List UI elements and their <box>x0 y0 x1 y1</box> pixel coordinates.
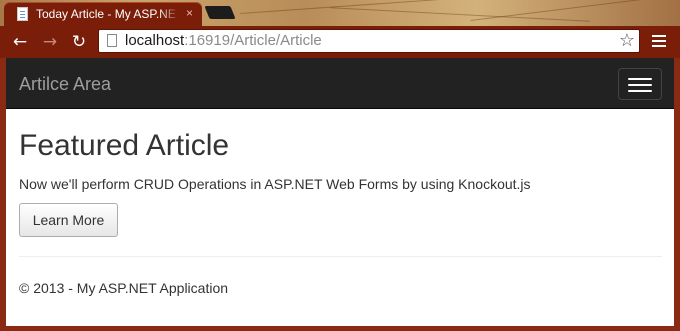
hamburger-bar <box>628 84 652 86</box>
browser-menu-icon[interactable] <box>652 35 666 49</box>
menu-bar <box>652 40 666 42</box>
tab-title: Today Article - My ASP.NE <box>36 7 176 21</box>
footer-divider <box>19 256 662 257</box>
learn-more-button[interactable]: Learn More <box>19 203 118 237</box>
url-path: :16919/Article/Article <box>184 32 322 49</box>
hamburger-bar <box>628 78 652 80</box>
navbar-brand[interactable]: Artilce Area <box>19 74 111 95</box>
bookmark-star-icon[interactable]: ☆ <box>619 30 635 52</box>
back-icon[interactable]: ← <box>9 31 31 53</box>
url-text: localhost:16919/Article/Article <box>125 30 322 52</box>
new-tab-button[interactable] <box>204 6 236 19</box>
menu-bar <box>652 35 666 37</box>
url-host: localhost <box>125 32 185 49</box>
footer-text: © 2013 - My ASP.NET Application <box>19 280 229 296</box>
reload-icon[interactable]: ↻ <box>68 31 90 53</box>
navbar-toggle-button[interactable] <box>618 68 662 100</box>
menu-bar <box>652 45 666 47</box>
site-navbar: Artilce Area <box>6 58 674 109</box>
hamburger-bar <box>628 90 652 92</box>
lead-text: Now we'll perform CRUD Operations in ASP… <box>19 176 531 192</box>
tab-strip: Today Article - My ASP.NE × <box>0 0 680 26</box>
browser-tab[interactable]: Today Article - My ASP.NE × <box>4 2 202 26</box>
address-bar[interactable]: localhost:16919/Article/Article ☆ <box>98 29 640 53</box>
forward-icon[interactable]: → <box>39 31 61 53</box>
background-texture <box>470 0 650 21</box>
page-title: Featured Article <box>19 129 230 162</box>
page-icon <box>107 34 117 47</box>
page-viewport: Artilce Area Featured Article Now we'll … <box>6 58 674 326</box>
close-tab-icon[interactable]: × <box>186 6 193 20</box>
page-favicon-icon <box>17 7 28 21</box>
browser-toolbar: ← → ↻ localhost:16919/Article/Article ☆ <box>0 26 680 58</box>
